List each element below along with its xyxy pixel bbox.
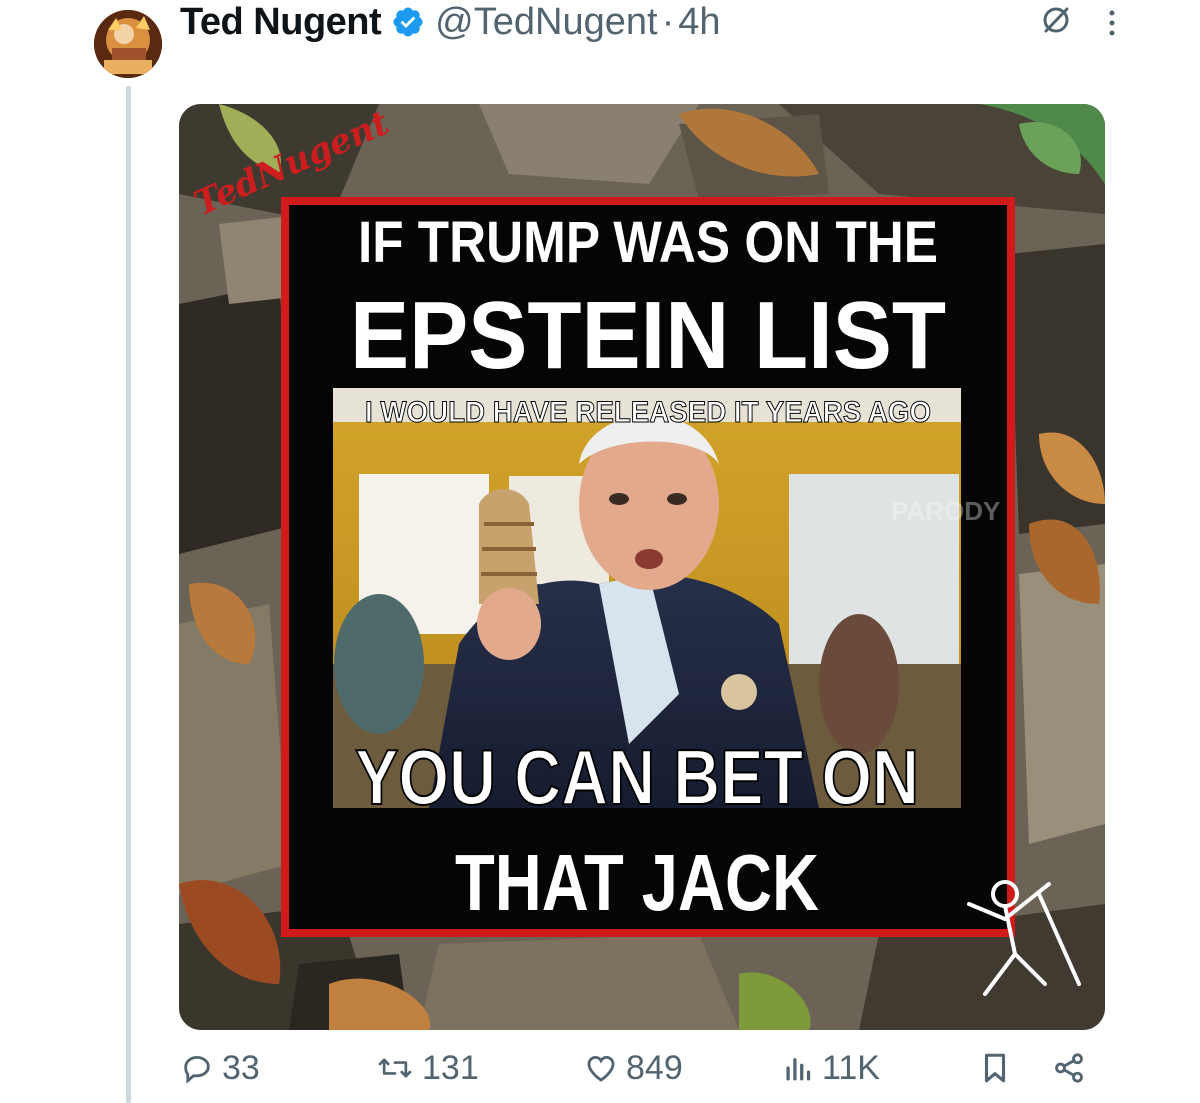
tweet-media-image[interactable]: TedNugent IF TRUMP WAS ON THE EPSTEIN LI… (179, 104, 1105, 1030)
bookmark-button[interactable] (980, 1045, 1010, 1091)
share-icon (1052, 1051, 1086, 1085)
verified-badge-icon[interactable] (391, 5, 425, 39)
views-icon (784, 1051, 814, 1085)
share-button[interactable] (1052, 1045, 1086, 1091)
meme-line-3: I WOULD HAVE RELEASED IT YEARS AGO (365, 396, 931, 429)
reply-count: 33 (222, 1048, 260, 1087)
tweet[interactable]: Ted Nugent @TedNugent · 4h TedNugent IF … (0, 0, 1200, 1103)
reply-button[interactable]: 33 (180, 1045, 260, 1091)
views-count: 11K (822, 1048, 880, 1087)
separator-dot: · (661, 0, 675, 43)
tweet-header: Ted Nugent @TedNugent · 4h (180, 0, 721, 44)
photo-watermark: PARODY (891, 496, 1000, 526)
views-button[interactable]: 11K (784, 1045, 880, 1091)
author-handle[interactable]: @TedNugent (435, 1, 657, 44)
timestamp[interactable]: 4h (678, 1, 720, 44)
meme-line-4: YOU CAN BET ON (355, 733, 919, 821)
reply-icon (180, 1051, 214, 1085)
meme-line-2: EPSTEIN LIST (350, 282, 946, 389)
repost-button[interactable]: 131 (376, 1045, 479, 1091)
meme-line-5: THAT JACK (455, 838, 819, 927)
like-button[interactable]: 849 (584, 1045, 683, 1091)
action-bar: 33 131 849 11K (180, 1045, 1100, 1091)
like-count: 849 (626, 1048, 683, 1087)
more-icon[interactable] (1104, 8, 1120, 38)
grok-icon[interactable] (1040, 4, 1072, 36)
meme-line-1: IF TRUMP WAS ON THE (358, 210, 938, 275)
heart-icon (584, 1051, 618, 1085)
thread-line (126, 86, 131, 1103)
display-name[interactable]: Ted Nugent (180, 1, 382, 44)
repost-icon (376, 1051, 414, 1085)
avatar[interactable] (94, 10, 162, 78)
bookmark-icon (980, 1051, 1010, 1085)
repost-count: 131 (422, 1048, 479, 1087)
